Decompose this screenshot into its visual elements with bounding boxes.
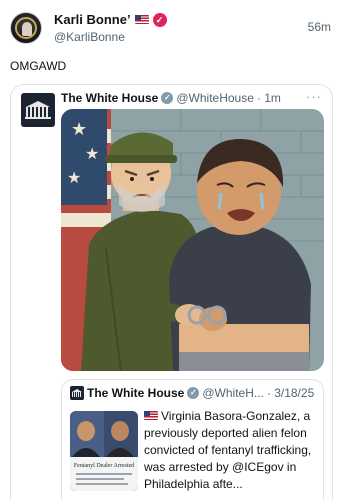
thumbnail-caption: Fentanyl Dealer Arrested bbox=[74, 463, 134, 469]
arrest-illustration: ★ ★ ★ bbox=[61, 109, 324, 371]
author-avatar[interactable] bbox=[10, 12, 42, 44]
nested-quoted-post[interactable]: The White House ✓ @WhiteH... · 3/18/25 F… bbox=[61, 379, 324, 500]
avatar-figure bbox=[22, 22, 32, 36]
author-name[interactable]: Karli Bonne’ bbox=[54, 12, 131, 27]
nested-post-thumbnail[interactable]: Fentanyl Dealer Arrested bbox=[70, 411, 138, 491]
more-dots-icon[interactable]: ··· bbox=[306, 89, 322, 104]
post-header: Karli Bonne’ ✓ @KarliBonne 56m bbox=[0, 0, 343, 60]
white-house-avatar[interactable] bbox=[21, 93, 55, 127]
quoted-author-name[interactable]: The White House bbox=[61, 91, 158, 105]
quoted-post[interactable]: The White House ✓ @WhiteHouse · 1m ··· ★… bbox=[10, 84, 333, 500]
svg-text:★: ★ bbox=[67, 168, 81, 187]
us-flag-icon bbox=[134, 15, 149, 24]
post-timestamp[interactable]: 56m bbox=[308, 20, 331, 34]
svg-text:★: ★ bbox=[71, 119, 87, 140]
nested-post-body: Virginia Basora-Gonzalez, a previously d… bbox=[144, 409, 312, 491]
author-handle[interactable]: @KarliBonne bbox=[54, 30, 125, 44]
quoted-author-handle[interactable]: @WhiteHouse bbox=[176, 91, 254, 105]
nested-post-date[interactable]: · 3/18/25 bbox=[267, 386, 314, 400]
white-house-small-avatar[interactable] bbox=[70, 386, 84, 400]
quoted-name-row: The White House ✓ @WhiteHouse · 1m bbox=[61, 91, 281, 105]
nested-quoted-header: The White House ✓ @WhiteH... · 3/18/25 bbox=[70, 386, 314, 400]
government-check-icon[interactable]: ✓ bbox=[187, 387, 200, 399]
quoted-post-image[interactable]: ★ ★ ★ bbox=[61, 109, 324, 371]
svg-text:★: ★ bbox=[85, 144, 99, 163]
nested-author-name[interactable]: The White House bbox=[87, 386, 184, 400]
verified-check-icon[interactable]: ✓ bbox=[152, 12, 167, 27]
white-house-base bbox=[25, 117, 51, 119]
quoted-post-header: The White House ✓ @WhiteHouse · 1m ··· bbox=[11, 85, 332, 127]
author-name-row: Karli Bonne’ ✓ bbox=[54, 12, 167, 27]
thumbnail-image: Fentanyl Dealer Arrested bbox=[70, 411, 138, 491]
us-flag-icon bbox=[144, 411, 158, 420]
nested-post-text: Virginia Basora-Gonzalez, a previously d… bbox=[144, 408, 320, 493]
post-text: OMGAWD bbox=[10, 59, 67, 73]
government-check-icon[interactable]: ✓ bbox=[161, 92, 174, 104]
white-house-columns bbox=[26, 107, 50, 117]
quoted-post-time[interactable]: · 1m bbox=[257, 91, 281, 105]
nested-author-handle[interactable]: @WhiteH... bbox=[202, 386, 264, 400]
